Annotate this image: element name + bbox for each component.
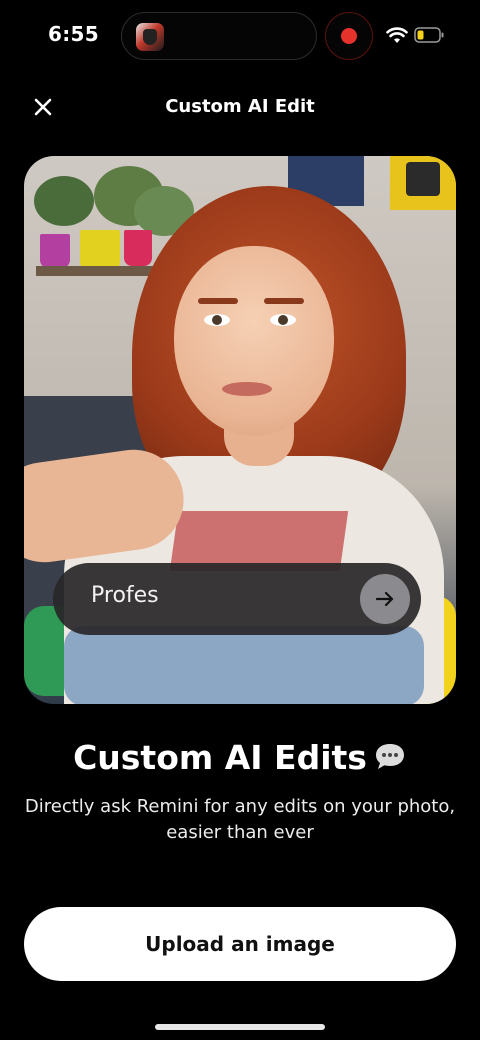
wall-poster (390, 156, 456, 210)
jeans (64, 626, 424, 704)
home-indicator[interactable] (155, 1024, 325, 1030)
screen-recording-indicator[interactable] (325, 12, 373, 60)
flower-pot (124, 230, 152, 266)
status-time: 6:55 (48, 22, 99, 46)
record-icon (341, 28, 357, 44)
shirt-print (169, 511, 349, 571)
prompt-input[interactable]: Profes (53, 563, 421, 635)
arrow-right-icon (375, 591, 394, 607)
feature-description: Directly ask Remini for any edits on you… (24, 796, 456, 843)
flower-pot (40, 234, 70, 268)
feature-headline: Custom AI Edits (0, 738, 480, 777)
flower-pot (80, 230, 120, 270)
face (174, 246, 334, 436)
prompt-input-text: Profes (91, 583, 159, 608)
eye (204, 314, 230, 326)
send-button[interactable] (360, 574, 410, 624)
wifi-icon (386, 27, 408, 43)
battery-low-icon (414, 27, 444, 43)
eyebrow (198, 298, 238, 304)
eyebrow (264, 298, 304, 304)
eye (270, 314, 296, 326)
status-bar: 6:55 (0, 0, 480, 72)
headline-text: Custom AI Edits (73, 738, 367, 777)
upload-image-button[interactable]: Upload an image (24, 907, 456, 981)
plant (34, 176, 94, 226)
app-thumbnail-icon (136, 23, 164, 51)
page-title: Custom AI Edit (165, 96, 315, 117)
lips (222, 382, 272, 396)
speech-bubble-icon (375, 743, 404, 769)
dynamic-island[interactable] (121, 12, 317, 60)
